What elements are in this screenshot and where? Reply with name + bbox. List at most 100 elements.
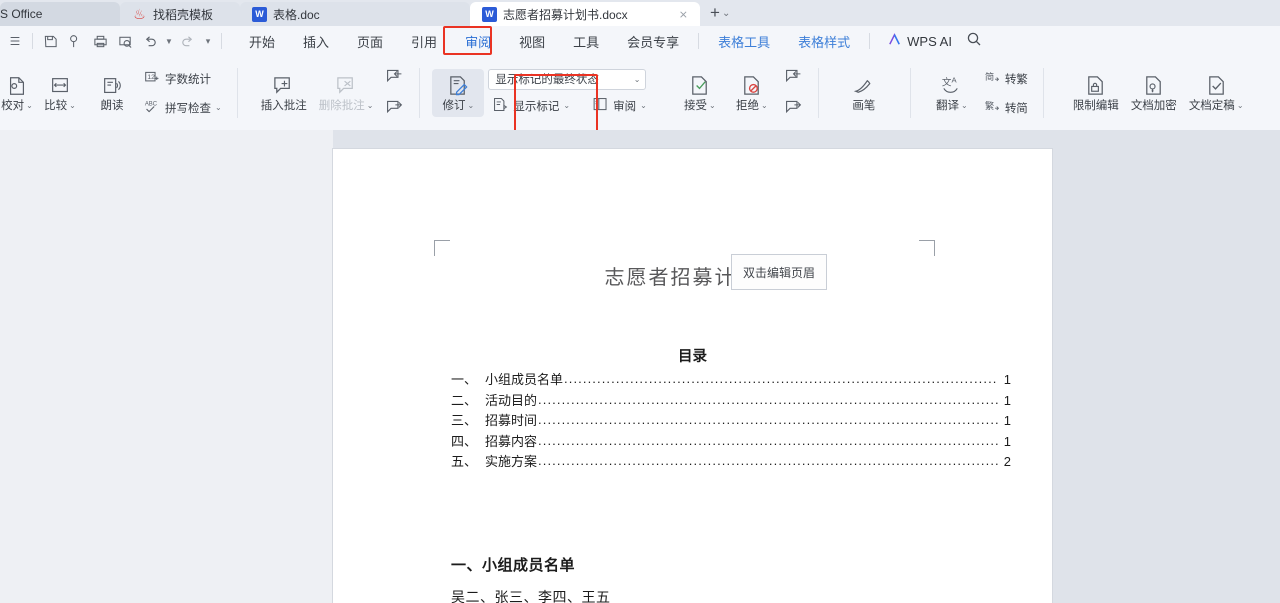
ribbon-group-protect: 限制编辑 文档加密 文档定稿 ⌄ [1042,56,1259,130]
close-tab-icon[interactable]: ⨯ [665,8,688,21]
ribbon-button-spell-check[interactable]: ABC 拼写检查 ⌄ [140,96,226,120]
toc-entry[interactable]: 二、 活动目的 ................................… [451,390,1011,411]
document-tab-volunteer-plan[interactable]: W 志愿者招募计划书.docx ⨯ [470,2,700,26]
left-pane [0,130,333,603]
toc-entry-number: 二、 [451,392,478,408]
ribbon-button-translate-label: 翻译 ⌄ [935,100,968,113]
ribbon-button-review-pane[interactable]: 审阅 ⌄ [588,94,651,118]
svg-text:12: 12 [147,74,155,81]
save-icon[interactable] [38,29,63,53]
spell-check-icon: ABC [144,98,161,118]
pen-icon [852,73,875,97]
wps-ai-label: WPS AI [907,33,952,49]
undo-icon[interactable] [138,29,163,53]
wps-ai-button[interactable]: WPS AI [887,32,952,50]
word-icon: W [252,6,267,22]
new-tab-button[interactable]: + ⌄ [700,3,736,26]
ribbon-button-pen[interactable]: 画笔 [838,56,890,130]
docer-template-tab[interactable]: ♨ 找稻壳模板 [120,2,240,26]
toc-leader-dots: ........................................… [564,371,998,386]
ribbon-button-delete-comment[interactable]: 删除批注 ⌄ [313,56,380,130]
ribbon-subgroup-change-nav [778,56,809,130]
ribbon-button-restrict-edit[interactable]: 限制编辑 [1067,56,1125,130]
ribbon-tab-insert[interactable]: 插入 [289,28,343,55]
ribbon-button-next-change[interactable] [780,96,807,122]
word-count-icon: 12 [144,69,161,89]
ribbon-button-compare[interactable]: 比较 ⌄ [34,56,86,130]
ribbon-button-encrypt-document-label: 文档加密 [1130,100,1177,113]
wps-home-tab[interactable]: S Office [0,2,120,26]
ribbon-button-finalize-document[interactable]: 文档定稿 ⌄ [1183,56,1250,130]
ribbon-button-previous-change[interactable] [780,65,807,91]
toc-entry[interactable]: 五、 实施方案 ................................… [451,451,1011,472]
ribbon-tab-view[interactable]: 视图 [505,28,559,55]
ribbon-tab-tools[interactable]: 工具 [559,28,613,55]
ribbon-button-to-traditional[interactable]: 简 转繁 [980,67,1032,91]
review-pane-icon [592,96,609,116]
ribbon-review-panel: 校对 ⌄ 比较 ⌄ 朗读 12 字数统计 ABC 拼写检查 ⌄ 插入批注 删除批… [0,56,1280,130]
ribbon-button-next-comment[interactable] [381,96,408,122]
ribbon-button-word-count[interactable]: 12 字数统计 [140,67,226,91]
undo-caret-icon[interactable]: ▼ [163,29,175,53]
chevron-down-icon: ⌄ [640,101,647,110]
ribbon-button-finalize-document-label: 文档定稿 ⌄ [1188,100,1244,113]
ribbon-button-proofread[interactable]: 校对 ⌄ [0,56,34,130]
next-comment-icon [385,98,404,120]
ribbon-button-translate[interactable]: 文A 翻译 ⌄ [926,56,978,130]
ribbon-button-track-changes[interactable]: 修订 ⌄ [432,69,485,117]
ribbon-tabs: 开始 插入 页面 引用 审阅 视图 工具 会员专享 表格工具 表格样式 [235,28,864,55]
divider [221,33,222,49]
ribbon-group-proofing: 校对 ⌄ 比较 ⌄ 朗读 12 字数统计 ABC 拼写检查 ⌄ [0,56,237,130]
cloud-sync-icon[interactable] [63,29,88,53]
ribbon-button-to-simplified[interactable]: 繁 转简 [980,96,1032,120]
toc-entry-page: 1 [1003,413,1011,428]
sidebar-toggle-icon[interactable] [2,29,27,53]
ribbon-tab-table-styles[interactable]: 表格样式 [784,28,864,55]
ribbon-button-insert-comment[interactable]: 插入批注 [255,56,313,130]
wps-ai-icon [887,32,902,50]
ribbon-subgroup-comment-nav [379,56,410,130]
ribbon-tab-page[interactable]: 页面 [343,28,397,55]
track-changes-icon [447,73,470,97]
ribbon-button-reject[interactable]: 拒绝 ⌄ [726,56,778,130]
display-for-review-combobox[interactable]: 显示标记的最终状态 ⌄ [488,68,647,90]
ribbon-tab-review-label: 审阅 [465,34,492,50]
translate-icon: 文A [940,73,963,97]
ribbon-tab-start[interactable]: 开始 [235,28,289,55]
chevron-down-icon: ⌄ [633,74,641,84]
ribbon-button-pen-label: 画笔 [852,100,876,113]
ribbon-button-previous-comment[interactable] [381,65,408,91]
print-preview-icon[interactable] [113,29,138,53]
accept-change-icon [688,73,711,97]
ribbon-button-accept[interactable]: 接受 ⌄ [674,56,726,130]
ribbon-button-proofread-label: 校对 ⌄ [1,100,33,113]
search-icon[interactable] [966,31,982,52]
ribbon-button-spell-check-label: 拼写检查 [165,102,211,115]
svg-text:文: 文 [942,77,952,89]
ribbon-tab-member[interactable]: 会员专享 [613,28,693,55]
toc-entry-number: 一、 [451,372,478,387]
toc-list: 一、 小组成员名单 ..............................… [451,369,1011,472]
ribbon-button-encrypt-document[interactable]: 文档加密 [1125,56,1183,130]
toc-entry[interactable]: 一、 小组成员名单 ..............................… [451,369,1011,390]
ribbon-button-show-markup[interactable]: 显示标记 ⌄ [488,94,574,118]
toc-entry-number: 四、 [451,433,478,449]
quick-access-more-caret-icon[interactable]: ▾ [200,29,216,53]
redo-icon[interactable] [175,29,200,53]
document-tab-biaoge[interactable]: W 表格.doc [240,2,470,26]
ribbon-tab-review[interactable]: 审阅 [451,28,505,55]
ribbon-tab-reference[interactable]: 引用 [397,28,451,55]
ribbon-button-reject-label: 拒绝 ⌄ [735,100,768,113]
toc-entry[interactable]: 三、 招募时间 ................................… [451,410,1011,431]
document-page[interactable]: 志愿者招募计划书 双击编辑页眉 目录 一、 小组成员名单 ...........… [333,149,1052,603]
toc-entry-text: 活动目的 [485,392,538,408]
print-icon[interactable] [88,29,113,53]
ribbon-group-pen: 画笔 [817,56,910,130]
toc-leader-dots: ........................................… [538,453,998,468]
wps-office-window: S Office ♨ 找稻壳模板 W 表格.doc W 志愿者招募计划书.doc… [0,0,1280,603]
ribbon-button-read-aloud[interactable]: 朗读 [86,56,138,130]
toc-entry[interactable]: 四、 招募内容 ................................… [451,431,1011,452]
toc-entry-page: 1 [1003,392,1011,408]
ribbon-subgroup-convert: 简 转繁 繁 转简 [978,56,1034,130]
ribbon-tab-table-tools[interactable]: 表格工具 [704,28,784,55]
